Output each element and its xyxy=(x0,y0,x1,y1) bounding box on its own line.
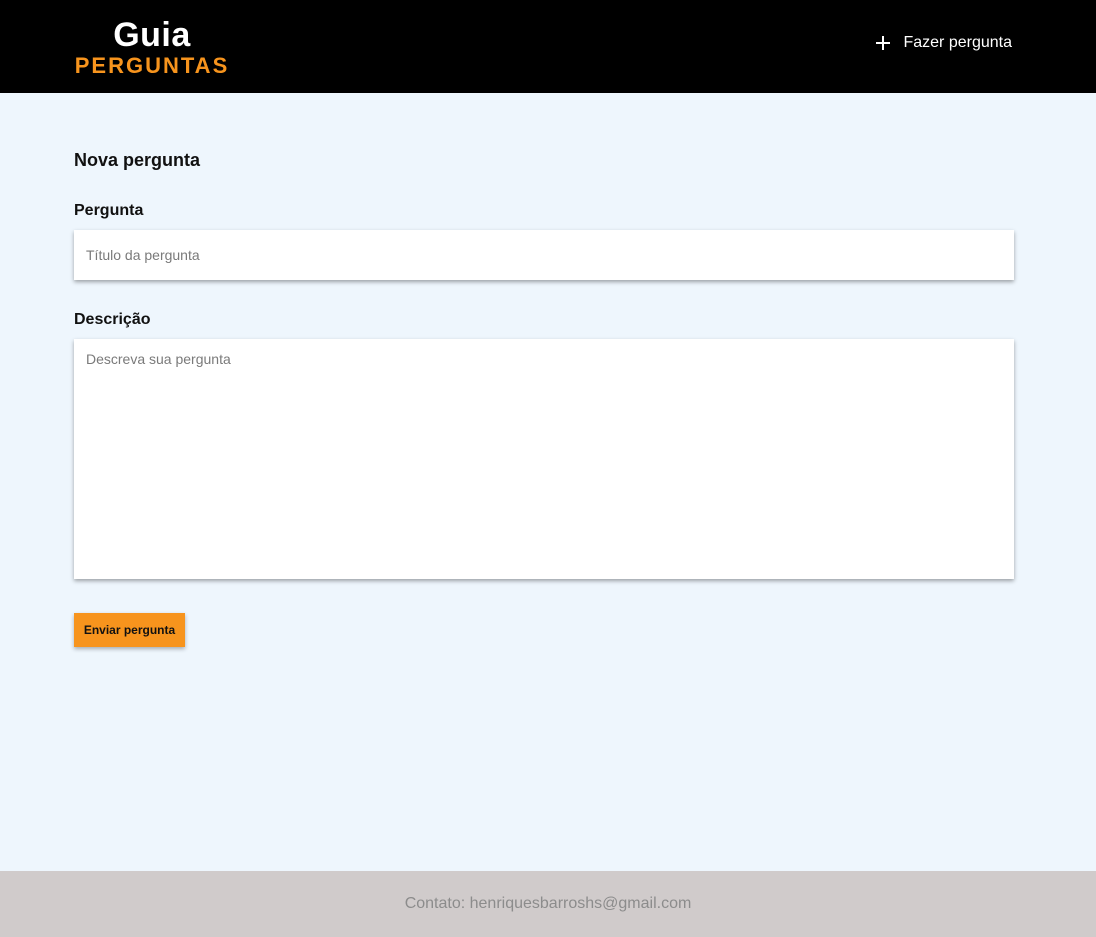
question-label: Pergunta xyxy=(74,202,144,219)
top-navbar: Guia PERGUNTAS Fazer pergunta xyxy=(0,0,1096,93)
logo-title: Guia xyxy=(113,16,191,54)
ask-question-label: Fazer pergunta xyxy=(903,34,1012,51)
logo-subtitle: PERGUNTAS xyxy=(74,53,230,78)
description-label: Descrição xyxy=(74,311,151,328)
logo[interactable]: Guia PERGUNTAS xyxy=(74,18,230,77)
question-title-input[interactable] xyxy=(74,230,1014,280)
page-title: Nova pergunta xyxy=(74,150,201,170)
footer: Contato: henriquesbarroshs@gmail.com xyxy=(0,871,1096,937)
footer-contact: Contato: henriquesbarroshs@gmail.com xyxy=(404,895,692,912)
submit-question-button[interactable]: Enviar pergunta xyxy=(74,613,185,647)
description-textarea[interactable] xyxy=(74,339,1014,579)
plus-icon xyxy=(875,35,891,51)
ask-question-link[interactable]: Fazer pergunta xyxy=(875,34,1012,52)
